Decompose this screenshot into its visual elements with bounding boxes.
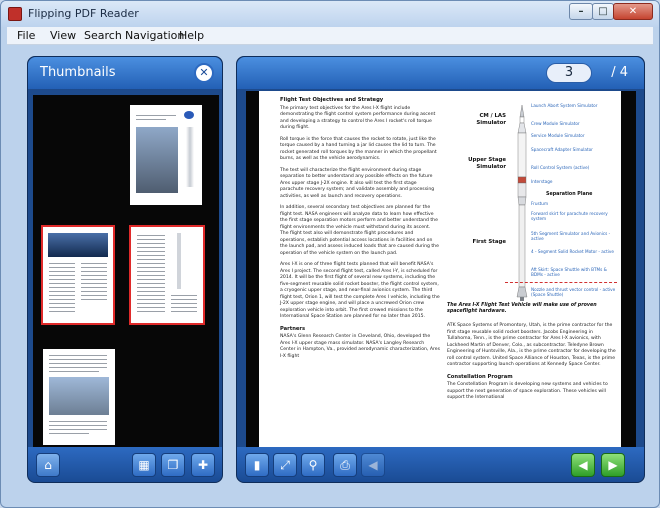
back-icon[interactable]: ◀ xyxy=(361,453,385,477)
thumbnail-list[interactable] xyxy=(33,95,219,477)
thumbnails-toolbar: ⌂ ▦ ❐ ✚ xyxy=(28,447,222,482)
paragraph: Roll torque is the force that causes the… xyxy=(280,136,437,162)
upper-stage-label: Upper Stage Simulator xyxy=(468,157,506,170)
thumbnail-page-1[interactable] xyxy=(130,105,202,205)
thumbnails-header: Thumbnails ✕ xyxy=(28,57,222,89)
rocket-diagram xyxy=(516,105,528,301)
next-page-icon[interactable]: ▶ xyxy=(601,453,625,477)
nasa-logo-icon xyxy=(184,111,194,119)
section-heading: Constellation Program xyxy=(447,373,513,380)
callout-interstage: Interstage xyxy=(531,179,553,184)
menu-file[interactable]: File xyxy=(17,29,35,42)
menu-help[interactable]: Help xyxy=(179,29,204,42)
paragraph: NASA's Glenn Research Center in Clevelan… xyxy=(280,334,440,359)
left-column: Flight Test Objectives and Strategy The p… xyxy=(280,97,440,365)
thumbnail-page-3[interactable] xyxy=(129,225,205,325)
callout-spacecraft-adapter: Spacecraft Adapter Simulator xyxy=(531,147,593,152)
diagram-caption: The Ares I-X Flight Test Vehicle will ma… xyxy=(447,303,597,315)
callout-service-module: Service Module Simulator xyxy=(531,133,585,138)
app-window: Flipping PDF Reader – □ ✕ File View Sear… xyxy=(0,0,660,508)
viewer-toolbar: ▮ ⤢ ⚲ ⎙ ◀ ◀ ▶ xyxy=(237,447,644,482)
first-stage-label: First Stage xyxy=(472,239,506,245)
separation-plane-label: Separation Plane xyxy=(546,192,593,197)
callout-las: Launch Abort System Simulator xyxy=(531,103,598,108)
paragraph: ATK Space Systems of Promontory, Utah, i… xyxy=(447,323,616,367)
callout-crew-module: Crew Module Simulator xyxy=(531,121,580,126)
thumbnail-page-4[interactable] xyxy=(43,349,115,445)
callout-4-segment: 4 - Segment Solid Rocket Motor - active xyxy=(531,249,614,254)
thumbnail-page-2[interactable] xyxy=(41,225,115,325)
callout-aft-skirt: Aft Skirt: Space Shuttle with BTMs & BDM… xyxy=(531,267,607,278)
callout-frustum: Frustum xyxy=(531,201,549,206)
viewer-header: 3 / 4 xyxy=(237,57,644,89)
thumbnail-image xyxy=(136,127,178,193)
print-icon[interactable]: ⎙ xyxy=(333,453,357,477)
bookmark-icon[interactable]: ▮ xyxy=(245,453,269,477)
add-icon[interactable]: ✚ xyxy=(191,453,215,477)
paragraph: The primary test objectives for the Ares… xyxy=(280,105,436,131)
document-viewer: 3 / 4 Flight Test Objectives and Strateg… xyxy=(236,56,645,483)
document-canvas[interactable]: Flight Test Objectives and Strategy The p… xyxy=(246,91,636,477)
paragraph: The Constellation Program is developing … xyxy=(447,382,608,400)
paragraph: The test will characterize the flight en… xyxy=(280,167,435,199)
home-icon[interactable]: ⌂ xyxy=(36,453,60,477)
thumbnail-sidebar xyxy=(186,127,194,187)
minimize-button[interactable]: – xyxy=(569,3,593,20)
callout-nozzle: Nozzle and thrust vector control - activ… xyxy=(531,287,616,298)
thumbnails-title: Thumbnails xyxy=(40,65,116,80)
close-thumbnails-icon[interactable]: ✕ xyxy=(194,63,214,83)
maximize-button[interactable]: □ xyxy=(592,3,614,20)
thumbnails-panel: Thumbnails ✕ ⌂ ▦ ❐ ✚ xyxy=(27,56,223,483)
menu-view[interactable]: View xyxy=(50,29,76,42)
callout-5th-segment: 5th Segment Simulator and Avionics - act… xyxy=(531,231,611,242)
rocket-miniature xyxy=(177,233,181,289)
thumbnail-image xyxy=(48,233,108,257)
callout-forward-skirt: Forward skirt for parachute recovery sys… xyxy=(531,211,608,222)
separation-line xyxy=(505,282,617,283)
paragraph: Ares I-X is one of three flight tests pl… xyxy=(280,262,440,319)
cm-las-label: CM / LAS Simulator xyxy=(476,113,506,126)
menu-bar: File View Search Navigation Help xyxy=(7,27,653,45)
thumbnail-image xyxy=(49,377,109,415)
callout-roll-control: Roll Control System (active) xyxy=(531,165,590,170)
section-heading: Partners xyxy=(280,325,306,332)
pdf-app-icon xyxy=(8,7,22,21)
page-total: / 4 xyxy=(611,65,628,80)
menu-navigation[interactable]: Navigation xyxy=(125,29,184,42)
right-column: ATK Space Systems of Promontory, Utah, i… xyxy=(447,323,617,407)
pages-icon[interactable]: ▦ xyxy=(132,453,156,477)
copy-icon[interactable]: ❐ xyxy=(161,453,185,477)
title-bar: Flipping PDF Reader – □ ✕ xyxy=(1,1,659,27)
section-heading: Flight Test Objectives and Strategy xyxy=(280,97,384,103)
zoom-icon[interactable]: ⚲ xyxy=(301,453,325,477)
previous-page-icon[interactable]: ◀ xyxy=(571,453,595,477)
window-title: Flipping PDF Reader xyxy=(28,7,139,20)
document-page: Flight Test Objectives and Strategy The p… xyxy=(259,91,621,477)
menu-search[interactable]: Search xyxy=(84,29,122,42)
fit-page-icon[interactable]: ⤢ xyxy=(273,453,297,477)
page-number-input[interactable]: 3 xyxy=(546,63,592,83)
paragraph: In addition, several secondary test obje… xyxy=(280,205,439,256)
close-window-button[interactable]: ✕ xyxy=(613,3,653,20)
